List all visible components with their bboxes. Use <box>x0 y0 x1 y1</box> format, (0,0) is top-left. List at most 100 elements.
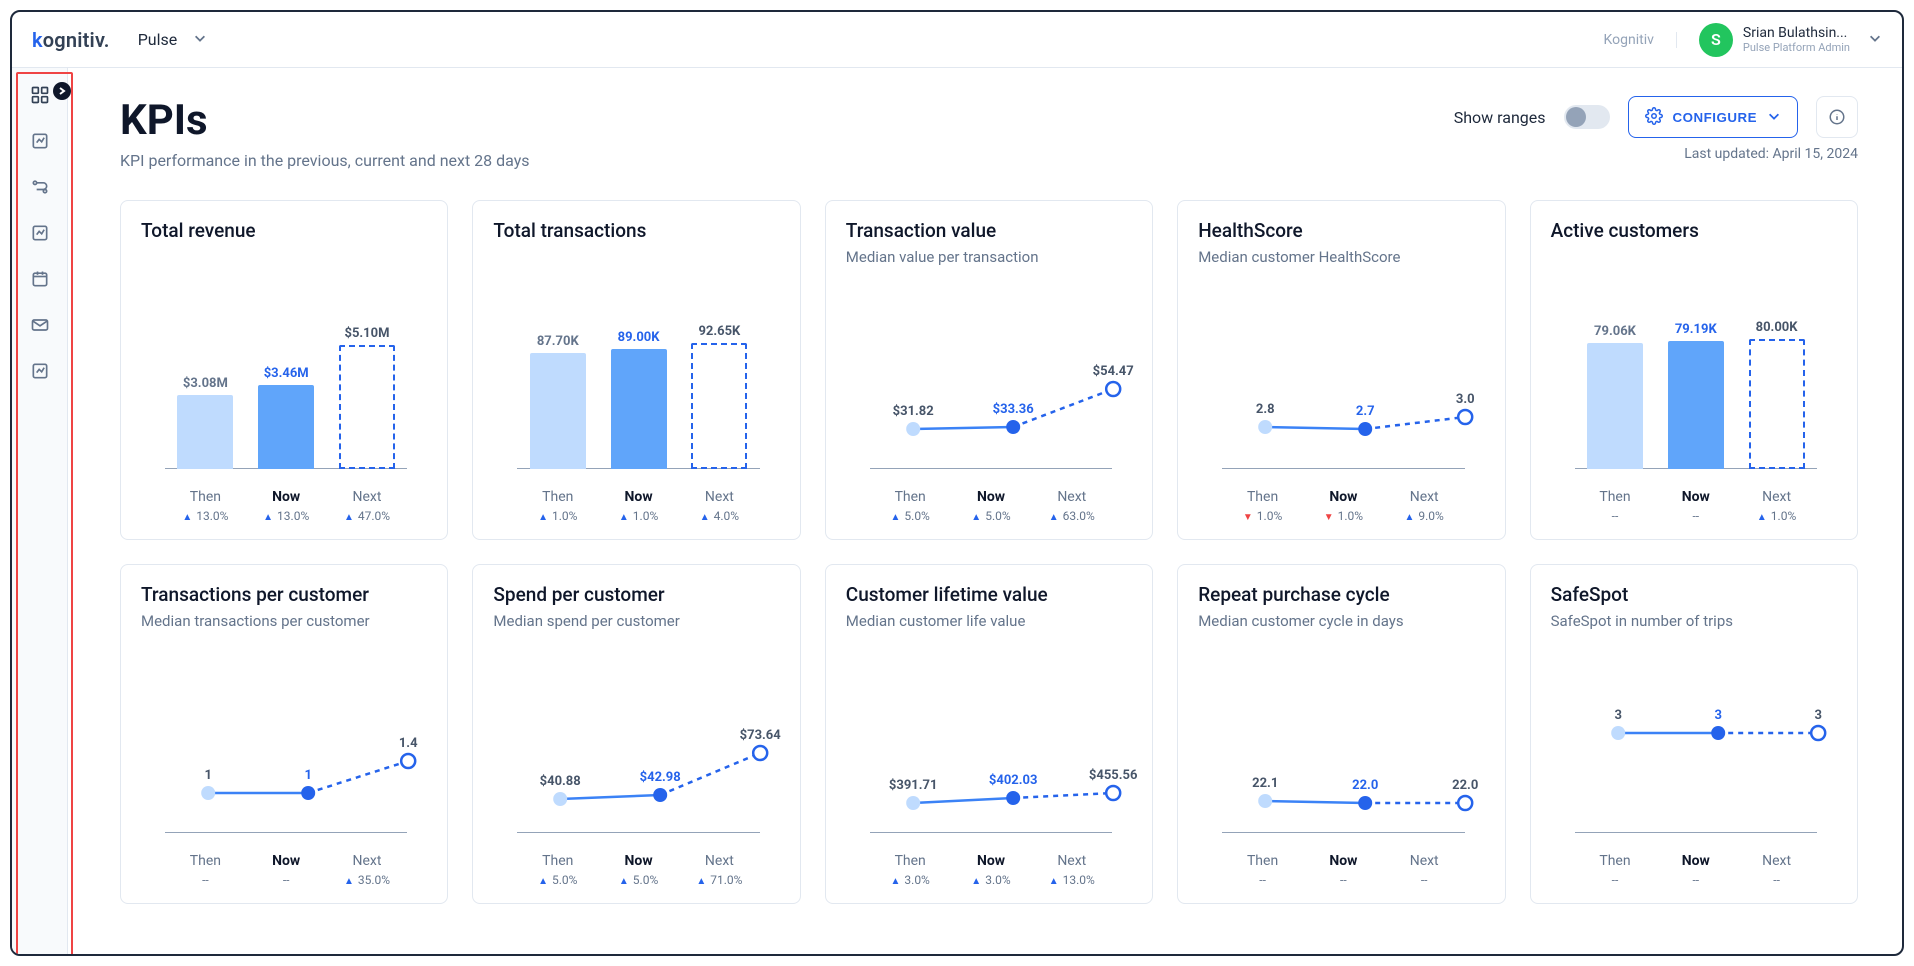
line-value-label: 22.0 <box>1452 778 1478 793</box>
period-delta: 5.0% <box>891 509 930 523</box>
triangle-up-icon <box>1757 509 1767 523</box>
period-delta: 4.0% <box>700 509 739 523</box>
topbar: kognitiv. Pulse Kognitiv S Srian Bulaths… <box>12 12 1902 68</box>
period-row: Then 13.0%Now 13.0%Next 47.0% <box>165 489 407 523</box>
bar-group: $3.08M$3.46M$5.10M <box>165 319 407 469</box>
sidebar-item-reports[interactable] <box>29 130 51 152</box>
triangle-up-icon <box>344 873 354 887</box>
kpi-card[interactable]: Transaction valueMedian value per transa… <box>825 200 1153 540</box>
main-content: KPIs KPI performance in the previous, cu… <box>68 68 1902 954</box>
sidebar-item-mail[interactable] <box>29 314 51 336</box>
period-delta: -- <box>283 873 290 887</box>
kpi-card[interactable]: HealthScoreMedian customer HealthScore2.… <box>1177 200 1505 540</box>
line-value-label: $402.03 <box>989 773 1038 788</box>
info-button[interactable] <box>1816 96 1858 138</box>
period-label: Now <box>1682 853 1710 869</box>
period-label: Now <box>977 853 1005 869</box>
sidebar-item-dashboard[interactable] <box>29 84 51 106</box>
triangle-up-icon <box>1049 873 1059 887</box>
line-chart: $40.88$42.98$73.64 <box>517 703 803 833</box>
kpi-card-title: Total transactions <box>493 219 779 242</box>
period-label: Now <box>1329 489 1357 505</box>
period-label: Now <box>272 853 300 869</box>
period-label: Then <box>1599 853 1630 869</box>
line-value-label: 2.7 <box>1356 404 1375 419</box>
period-label: Next <box>1762 853 1791 869</box>
period-delta: 63.0% <box>1049 509 1095 523</box>
period-delta: -- <box>1259 873 1266 887</box>
triangle-up-icon <box>538 509 548 523</box>
sidebar-item-insights[interactable] <box>29 360 51 382</box>
kpi-card-subtitle: Median customer life value <box>846 612 1132 630</box>
period-delta: 5.0% <box>538 873 577 887</box>
period-delta: 1.0% <box>538 509 577 523</box>
period-delta: 3.0% <box>891 873 930 887</box>
triangle-down-icon <box>1324 509 1334 523</box>
kpi-card-subtitle: Median customer cycle in days <box>1198 612 1484 630</box>
line-value-label: 3 <box>1814 708 1821 723</box>
period-label: Then <box>895 853 926 869</box>
sidebar-item-calendar[interactable] <box>29 268 51 290</box>
show-ranges-label: Show ranges <box>1454 108 1546 127</box>
user-role: Pulse Platform Admin <box>1743 41 1850 54</box>
line-chart: 111.4 <box>165 703 451 833</box>
line-value-label: 22.1 <box>1252 776 1278 791</box>
kpi-card[interactable]: Repeat purchase cycleMedian customer cyc… <box>1177 564 1505 904</box>
triangle-up-icon <box>1404 509 1414 523</box>
kpi-chart: 87.70K89.00K92.65KThen 1.0%Now 1.0%Next … <box>493 252 779 523</box>
kpi-card-title: Spend per customer <box>493 583 779 606</box>
kpi-card[interactable]: Total transactions 87.70K89.00K92.65KThen… <box>472 200 800 540</box>
expand-sidebar-icon[interactable] <box>53 82 71 100</box>
user-name: Srian Bulathsin... <box>1743 25 1850 41</box>
period-label: Now <box>977 489 1005 505</box>
period-delta: -- <box>1692 509 1699 523</box>
body: KPIs KPI performance in the previous, cu… <box>12 68 1902 954</box>
bar-value-label: 79.06K <box>1594 324 1636 339</box>
period-row: Then--Now--Next 35.0% <box>165 853 407 887</box>
line-chart: 333 <box>1575 703 1861 833</box>
line-value-label: 1 <box>204 768 211 783</box>
triangle-up-icon <box>619 873 629 887</box>
kpi-card-subtitle: Median spend per customer <box>493 612 779 630</box>
app-frame: kognitiv. Pulse Kognitiv S Srian Bulaths… <box>10 10 1904 956</box>
page-header: KPIs KPI performance in the previous, cu… <box>120 96 1858 170</box>
show-ranges-toggle[interactable] <box>1564 105 1610 129</box>
kpi-card[interactable]: Active customers79.06K79.19K80.00KThen--… <box>1530 200 1858 540</box>
period-label: Next <box>1057 489 1086 505</box>
kpi-card[interactable]: Customer lifetime value Median customer l… <box>825 564 1153 904</box>
period-delta: 47.0% <box>344 509 390 523</box>
sidebar-item-analytics[interactable] <box>29 222 51 244</box>
bar-value-label: 79.19K <box>1675 322 1717 337</box>
bar <box>258 385 314 469</box>
line-chart: $391.71$402.03$455.56 <box>870 703 1156 833</box>
brand-logo[interactable]: kognitiv. <box>32 28 110 52</box>
bar <box>1587 343 1643 469</box>
user-menu[interactable]: S Srian Bulathsin... Pulse Platform Admi… <box>1699 23 1882 57</box>
period-label: Then <box>542 853 573 869</box>
line-chart: 22.122.022.0 <box>1222 703 1508 833</box>
kpi-card-title: Transaction value <box>846 219 1132 242</box>
period-label: Now <box>1682 489 1710 505</box>
kpi-chart: $3.08M$3.46M$5.10M Then 13.0%Now 13.0%Nex… <box>141 252 427 523</box>
period-label: Then <box>190 489 221 505</box>
triangle-up-icon <box>696 873 706 887</box>
kpi-card[interactable]: SafeSpotSafeSpot in number of trips333Th… <box>1530 564 1858 904</box>
line-value-label: $40.88 <box>540 774 581 789</box>
bar <box>691 343 747 469</box>
kpi-chart: $40.88$42.98$73.64Then 5.0%Now 5.0%Next … <box>493 640 779 887</box>
period-delta: 3.0% <box>971 873 1010 887</box>
period-delta: -- <box>1612 873 1619 887</box>
period-row: Then--Now--Next-- <box>1222 853 1464 887</box>
kpi-card[interactable]: Transactions per customerMedian transact… <box>120 564 448 904</box>
period-row: Then 1.0%Now 1.0%Next 9.0% <box>1222 489 1464 523</box>
kpi-card[interactable]: Total revenue$3.08M$3.46M$5.10MThen 13.0… <box>120 200 448 540</box>
configure-button[interactable]: CONFIGURE <box>1628 96 1798 138</box>
kpi-card-title: Customer lifetime value <box>846 583 1132 606</box>
nav-dropdown[interactable]: Pulse <box>138 30 208 49</box>
page-subtitle: KPI performance in the previous, current… <box>120 151 530 170</box>
configure-label: CONFIGURE <box>1673 110 1757 125</box>
kpi-card[interactable]: Spend per customer Median spend per custo… <box>472 564 800 904</box>
brand-accent: k <box>32 28 43 52</box>
bar-value-label: 92.65K <box>698 324 740 339</box>
sidebar-item-flows[interactable] <box>29 176 51 198</box>
